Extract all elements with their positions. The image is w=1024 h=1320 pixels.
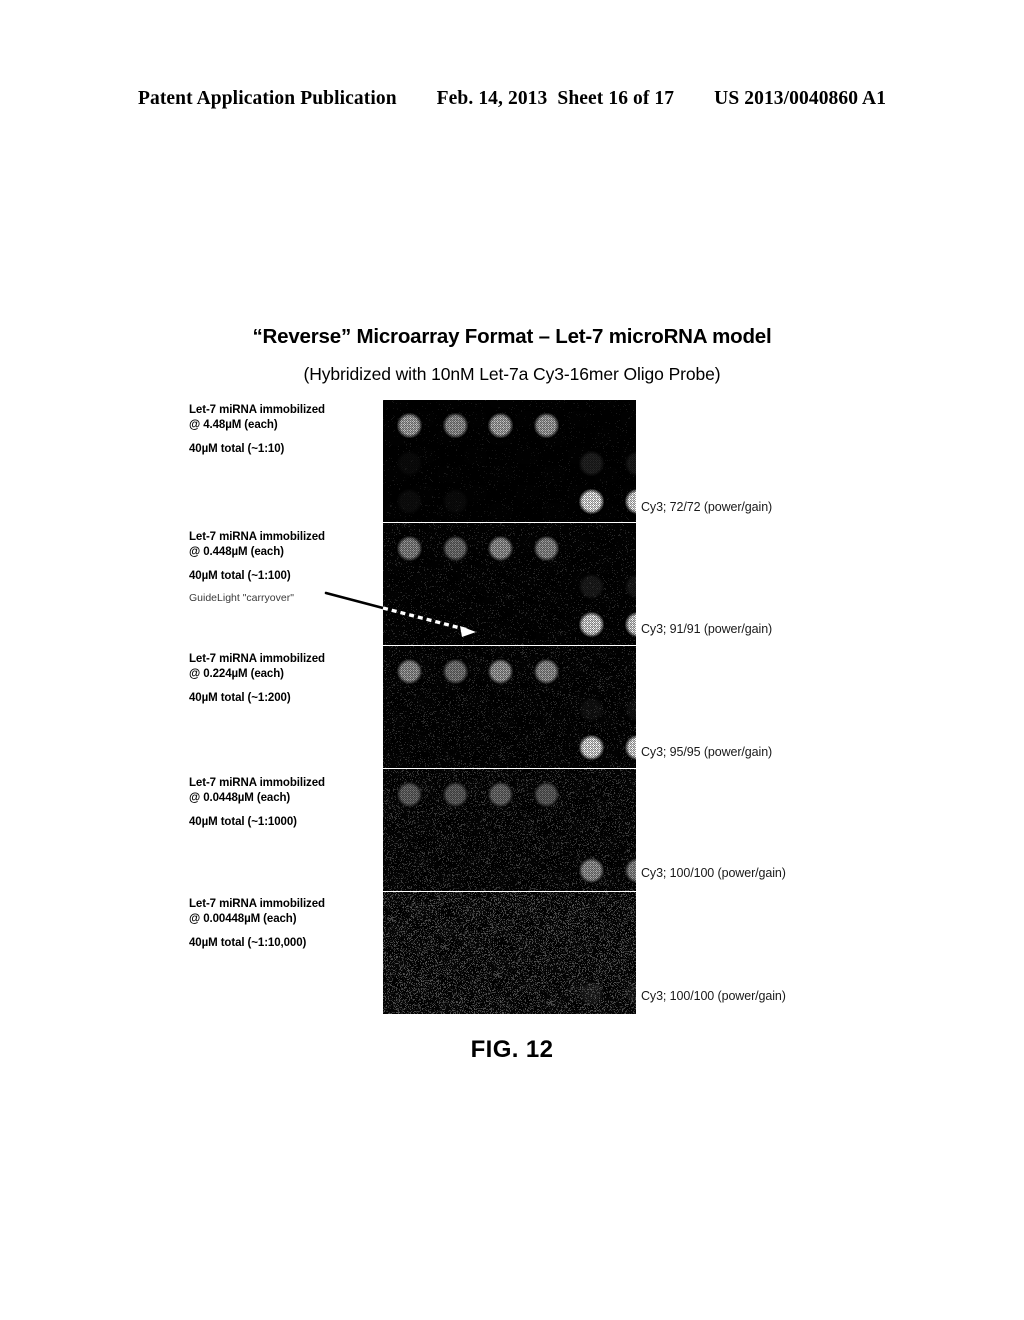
panel-label-1-line1: Let-7 miRNA immobilized [189, 404, 325, 416]
carryover-arrow-solid-segment [324, 591, 385, 610]
microarray-panel-stack [383, 400, 636, 1015]
microarray-panel-2 [383, 523, 636, 645]
panel-label-2-line2: @ 0.448µM (each) [189, 546, 284, 559]
microarray-panel-1 [383, 400, 636, 522]
panel-label-3-line3: 40µM total (~1:200) [189, 692, 291, 705]
publication-label: Patent Application Publication [137, 88, 397, 109]
panel-label-1-line2: @ 4.48µM (each) [189, 419, 278, 432]
panel-label-5: Let-7 miRNA immobilized @ 0.00448µM (eac… [189, 897, 379, 952]
patent-running-header: Patent Application Publication Feb. 14, … [0, 88, 1024, 110]
panel-label-3-line1: Let-7 miRNA immobilized [189, 653, 325, 665]
panel-label-2-line1: Let-7 miRNA immobilized [189, 531, 325, 543]
panel-caption-2: Cy3; 91/91 (power/gain) [641, 622, 773, 636]
panel-label-3-line2: @ 0.224µM (each) [189, 668, 284, 681]
microarray-panel-4 [383, 769, 636, 891]
microarray-panel-5 [383, 892, 636, 1014]
microarray-panel-3 [383, 646, 636, 768]
panel-label-4-line1: Let-7 miRNA immobilized [189, 777, 325, 789]
panel-label-4-line2: @ 0.0448µM (each) [189, 792, 291, 805]
patent-page: Patent Application Publication Feb. 14, … [0, 0, 1024, 1320]
panel-label-2-line3: 40µM total (~1:100) [189, 570, 291, 583]
guidelight-carryover-label: GuideLight "carryover" [189, 592, 294, 604]
microarray-image-4 [383, 769, 636, 891]
panel-label-4-line3: 40µM total (~1:1000) [189, 816, 297, 829]
panel-label-3: Let-7 miRNA immobilized @ 0.224µM (each)… [189, 652, 379, 707]
panel-label-5-line2: @ 0.00448µM (each) [189, 913, 297, 926]
patent-number: US 2013/0040860 A1 [714, 88, 887, 109]
panel-label-2: Let-7 miRNA immobilized @ 0.448µM (each)… [189, 530, 379, 585]
microarray-image-3 [383, 646, 636, 768]
figure-title: “Reverse” Microarray Format – Let-7 micr… [252, 325, 772, 348]
figure-subtitle: (Hybridized with 10nM Let-7a Cy3-16mer O… [303, 364, 721, 384]
panel-label-4: Let-7 miRNA immobilized @ 0.0448µM (each… [189, 776, 379, 831]
microarray-image-2 [383, 523, 636, 645]
panel-caption-5: Cy3; 100/100 (power/gain) [641, 989, 786, 1003]
panel-label-5-line1: Let-7 miRNA immobilized [189, 898, 325, 910]
panel-caption-4: Cy3; 100/100 (power/gain) [641, 866, 786, 880]
panel-caption-3: Cy3; 95/95 (power/gain) [641, 745, 773, 759]
figure-number-caption: FIG. 12 [470, 1036, 554, 1063]
publication-date: Feb. 14, 2013 [436, 88, 548, 109]
microarray-image-5 [383, 892, 636, 1014]
panel-label-1: Let-7 miRNA immobilized @ 4.48µM (each) … [189, 403, 379, 458]
panel-caption-1: Cy3; 72/72 (power/gain) [641, 500, 773, 514]
panel-label-5-line3: 40µM total (~1:10,000) [189, 937, 307, 950]
sheet-number: Sheet 16 of 17 [557, 88, 675, 109]
panel-label-1-line3: 40µM total (~1:10) [189, 443, 285, 456]
microarray-image-1 [383, 400, 636, 522]
